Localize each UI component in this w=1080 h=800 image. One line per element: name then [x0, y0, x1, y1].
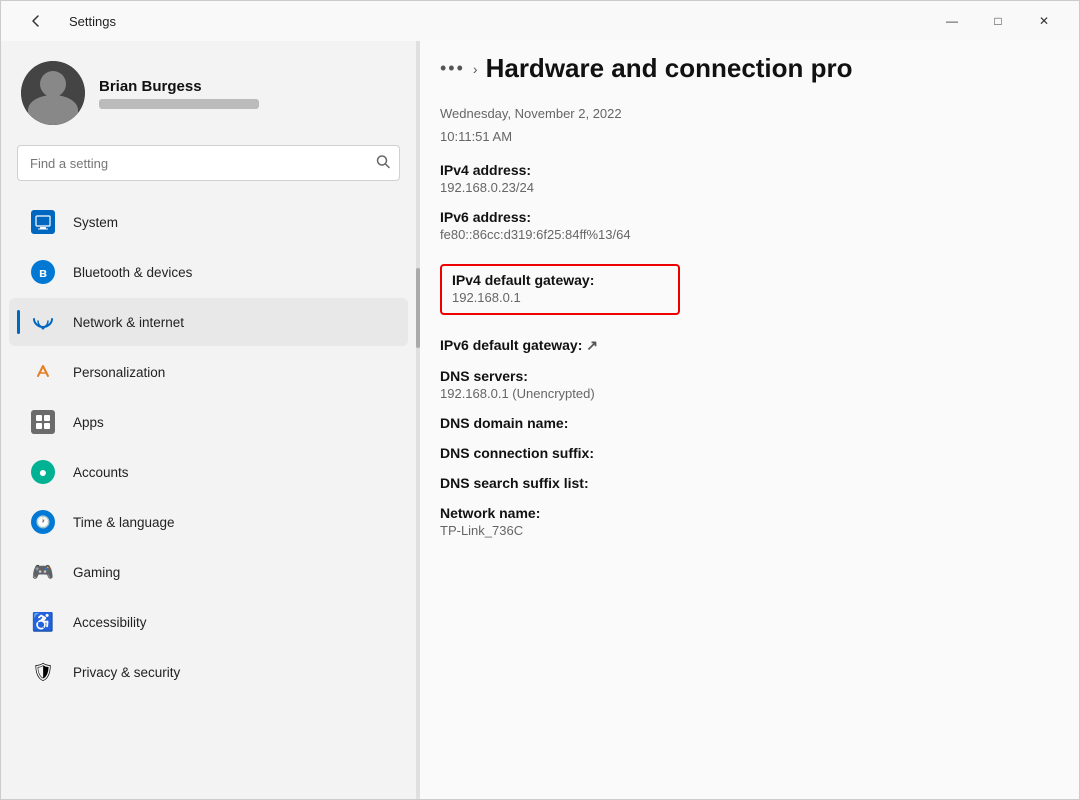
apps-icon — [29, 408, 57, 436]
content-area: ••• › Hardware and connection pro Wednes… — [420, 41, 1079, 799]
sidebar-scrollbar — [416, 41, 420, 799]
ipv6-address-value: fe80::86cc:d319:6f25:84ff%13/64 — [440, 227, 1049, 242]
dns-connection-section: DNS connection suffix: — [440, 445, 1049, 461]
sidebar-item-gaming[interactable]: 🎮 Gaming — [9, 548, 408, 596]
ipv4-gateway-section: IPv4 default gateway: 192.168.0.1 — [440, 264, 680, 315]
ipv6-address-section: IPv6 address: fe80::86cc:d319:6f25:84ff%… — [440, 209, 1049, 242]
bluetooth-icon: ʙ — [29, 258, 57, 286]
sidebar-item-accessibility-label: Accessibility — [73, 615, 147, 630]
accounts-icon: ● — [29, 458, 57, 486]
content-body: Wednesday, November 2, 2022 10:11:51 AM … — [420, 96, 1079, 799]
sidebar-item-privacy-label: Privacy & security — [73, 665, 180, 680]
sidebar-item-accounts[interactable]: ● Accounts — [9, 448, 408, 496]
ipv4-address-section: IPv4 address: 192.168.0.23/24 — [440, 162, 1049, 195]
ipv4-address-label: IPv4 address: — [440, 162, 1049, 178]
search-icon — [376, 155, 390, 172]
system-icon — [29, 208, 57, 236]
search-box — [17, 145, 400, 181]
sidebar-item-time[interactable]: 🕐 Time & language — [9, 498, 408, 546]
content-header: ••• › Hardware and connection pro — [420, 41, 1079, 96]
sidebar-item-gaming-label: Gaming — [73, 565, 120, 580]
accessibility-icon: ♿ — [29, 608, 57, 636]
sidebar-item-personalization-label: Personalization — [73, 365, 165, 380]
search-input[interactable] — [17, 145, 400, 181]
sidebar-item-privacy[interactable]: 🛡 Privacy & security — [9, 648, 408, 696]
dns-servers-label: DNS servers: — [440, 368, 1049, 384]
dns-connection-label: DNS connection suffix: — [440, 445, 1049, 461]
breadcrumb-more[interactable]: ••• — [440, 58, 465, 79]
dns-search-label: DNS search suffix list: — [440, 475, 1049, 491]
network-icon — [29, 308, 57, 336]
datetime-section: Wednesday, November 2, 2022 10:11:51 AM — [440, 104, 1049, 148]
minimize-button[interactable]: — — [929, 5, 975, 37]
date-display: Wednesday, November 2, 2022 — [440, 104, 1049, 125]
time-icon: 🕐 — [29, 508, 57, 536]
sidebar-item-apps[interactable]: Apps — [9, 398, 408, 446]
close-button[interactable]: ✕ — [1021, 5, 1067, 37]
window-controls: — □ ✕ — [929, 5, 1067, 37]
ipv4-address-value: 192.168.0.23/24 — [440, 180, 1049, 195]
user-info: Brian Burgess — [99, 78, 259, 109]
sidebar: Brian Burgess — [1, 41, 416, 799]
avatar — [21, 61, 85, 125]
sidebar-item-bluetooth-label: Bluetooth & devices — [73, 265, 192, 280]
user-email — [99, 99, 259, 109]
ipv4-gateway-value: 192.168.0.1 — [452, 290, 668, 305]
time-display: 10:11:51 AM — [440, 127, 1049, 148]
page-title: Hardware and connection pro — [486, 53, 853, 84]
sidebar-item-system[interactable]: System — [9, 198, 408, 246]
dns-servers-section: DNS servers: 192.168.0.1 (Unencrypted) — [440, 368, 1049, 401]
dns-servers-value: 192.168.0.1 (Unencrypted) — [440, 386, 1049, 401]
network-name-value: TP-Link_736C — [440, 523, 1049, 538]
back-button[interactable] — [13, 5, 59, 37]
sidebar-item-personalization[interactable]: Personalization — [9, 348, 408, 396]
maximize-button[interactable]: □ — [975, 5, 1021, 37]
dns-search-section: DNS search suffix list: — [440, 475, 1049, 491]
user-profile[interactable]: Brian Burgess — [1, 41, 416, 141]
sidebar-item-accounts-label: Accounts — [73, 465, 129, 480]
dns-domain-section: DNS domain name: — [440, 415, 1049, 431]
breadcrumb-arrow: › — [473, 61, 478, 77]
ipv4-gateway-label: IPv4 default gateway: — [452, 272, 668, 288]
network-name-section: Network name: TP-Link_736C — [440, 505, 1049, 538]
sidebar-item-network-label: Network & internet — [73, 315, 184, 330]
privacy-icon: 🛡 — [29, 658, 57, 686]
title-bar: Settings — □ ✕ — [1, 1, 1079, 41]
sidebar-item-time-label: Time & language — [73, 515, 175, 530]
network-name-label: Network name: — [440, 505, 1049, 521]
dns-domain-label: DNS domain name: — [440, 415, 1049, 431]
ipv6-address-label: IPv6 address: — [440, 209, 1049, 225]
sidebar-item-accessibility[interactable]: ♿ Accessibility — [9, 598, 408, 646]
sidebar-item-apps-label: Apps — [73, 415, 104, 430]
sidebar-item-system-label: System — [73, 215, 118, 230]
window-title: Settings — [69, 14, 116, 29]
ipv6-gateway-label: IPv6 default gateway: ↗ — [440, 337, 1049, 354]
personalization-icon — [29, 358, 57, 386]
cursor: ↗ — [586, 337, 598, 354]
sidebar-item-network[interactable]: Network & internet — [9, 298, 408, 346]
sidebar-item-bluetooth[interactable]: ʙ Bluetooth & devices — [9, 248, 408, 296]
gaming-icon: 🎮 — [29, 558, 57, 586]
user-name: Brian Burgess — [99, 78, 259, 95]
ipv6-gateway-section: IPv6 default gateway: ↗ — [440, 337, 1049, 354]
